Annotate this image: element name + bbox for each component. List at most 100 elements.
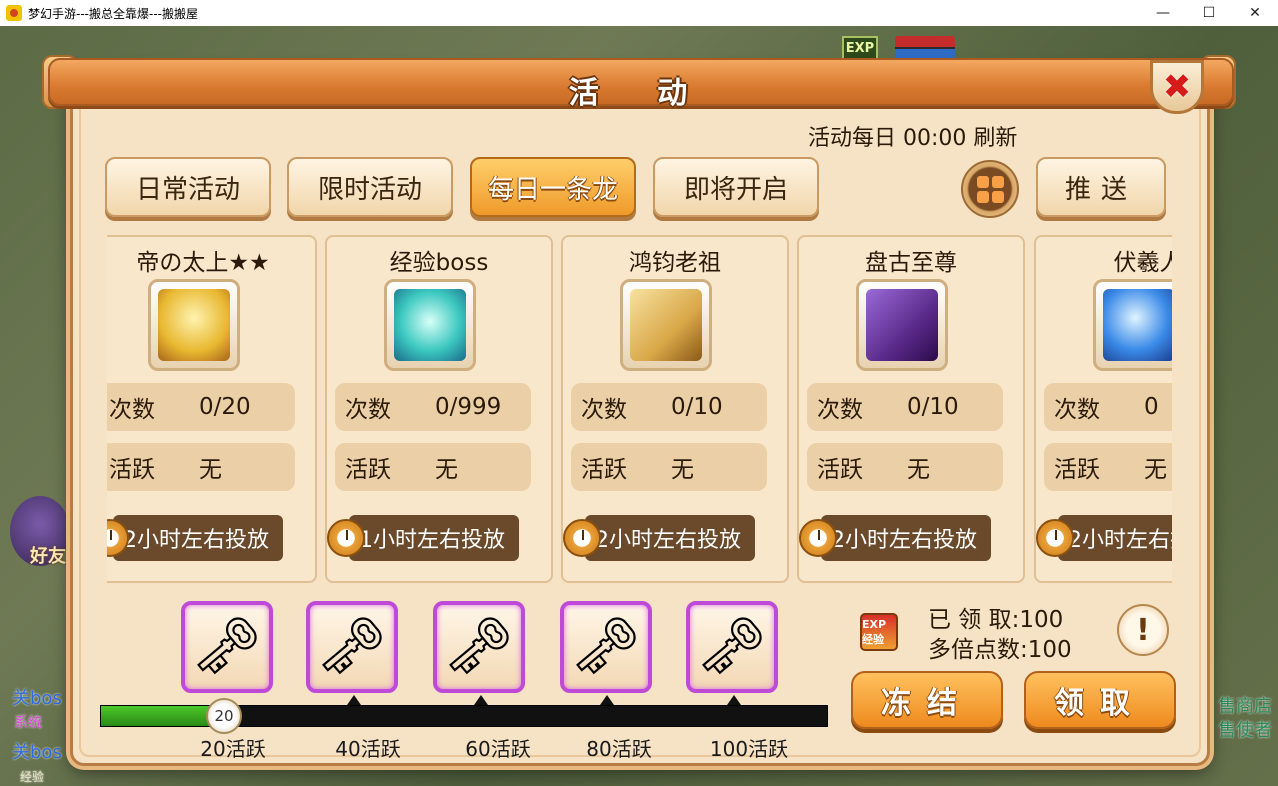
claim-button[interactable]: 领取 (1024, 671, 1176, 729)
tab-upcoming[interactable]: 即将开启 (653, 157, 819, 217)
card-count-label: 次数 (345, 397, 391, 423)
card-count-row: 次数 0/20 (107, 383, 295, 431)
card-active-row: 活跃 无 (107, 443, 295, 491)
reward-key-20[interactable]: 🗝 (181, 601, 273, 693)
card-timer: 2小时左右投放 (563, 515, 755, 561)
golden-key-icon: 🗝 (316, 614, 388, 679)
card-count-value: 0/20 (199, 394, 251, 420)
card-timer-text: 1小时左右投放 (349, 515, 519, 561)
close-icon: ✖ (1162, 67, 1192, 107)
card-count-label: 次数 (817, 397, 863, 423)
card-active-value: 无 (1144, 457, 1167, 483)
milestone-label: 40活跃 (335, 737, 401, 761)
card-count-label: 次数 (109, 397, 155, 423)
progress-tick (600, 695, 614, 705)
tab-limited[interactable]: 限时活动 (287, 157, 453, 217)
card-count-value: 0 (1144, 394, 1159, 420)
clock-icon (1036, 519, 1074, 557)
card-title: 盘古至尊 (865, 250, 957, 276)
minimize-button[interactable]: — (1140, 0, 1186, 26)
help-icon[interactable]: ! (1117, 604, 1169, 656)
milestone-label: 100活跃 (709, 737, 789, 761)
clock-icon (327, 519, 365, 557)
activity-card[interactable]: 伏羲人 次数 0 活跃 无 2小时左右投放 (1034, 235, 1172, 583)
golden-key-icon: 🗝 (570, 614, 642, 679)
progress-tick (727, 695, 741, 705)
tab-daily[interactable]: 日常活动 (105, 157, 271, 217)
card-count-value: 0/999 (435, 394, 502, 420)
card-count-row: 次数 0/10 (807, 383, 1003, 431)
card-active-row: 活跃 无 (335, 443, 531, 491)
card-timer-text: 2小时左右投放 (113, 515, 283, 561)
tab-daily-dragon[interactable]: 每日一条龙 (470, 157, 636, 217)
card-active-value: 无 (907, 457, 930, 483)
card-count-value: 0/10 (907, 394, 959, 420)
warrior-portrait-icon (148, 279, 240, 371)
scene-hp-mp-bars (895, 36, 955, 60)
activity-card[interactable]: 盘古至尊 次数 0/10 活跃 无 2小时左右投放 (797, 235, 1025, 583)
scene-exp-badge: EXP (842, 36, 878, 60)
blue-crystal-icon (1093, 279, 1172, 371)
card-active-label: 活跃 (1054, 457, 1100, 483)
golden-key-icon: 🗝 (696, 614, 768, 679)
grid-menu-icon[interactable] (961, 160, 1019, 218)
card-timer: 2小时左右投放 (107, 515, 283, 561)
card-active-row: 活跃 无 (1044, 443, 1172, 491)
milestone-label: 20活跃 (200, 737, 266, 761)
card-timer-text: 2小时左右投放 (821, 515, 991, 561)
claimed-line: 已 领 取:100 (928, 607, 1064, 633)
card-timer: 2小时左右投放 (1036, 515, 1172, 561)
panel-close-button[interactable]: ✖ (1150, 60, 1204, 114)
reward-key-80[interactable]: 🗝 (560, 601, 652, 693)
card-count-row: 次数 0/999 (335, 383, 531, 431)
card-active-label: 活跃 (109, 457, 155, 483)
freeze-button[interactable]: 冻结 (851, 671, 1003, 729)
maximize-button[interactable]: ☐ (1186, 0, 1232, 26)
card-title: 经验boss (389, 250, 489, 276)
card-count-label: 次数 (1054, 397, 1100, 423)
purple-book-icon (856, 279, 948, 371)
card-timer: 2小时左右投放 (799, 515, 991, 561)
milestone-label: 80活跃 (586, 737, 652, 761)
window-title: 梦幻手游---搬总全靠爆---搬搬屋 (28, 6, 198, 21)
card-title: 鸿钧老祖 (629, 250, 721, 276)
card-timer: 1小时左右投放 (327, 515, 519, 561)
multiplier-label: 多倍点数 (928, 637, 1020, 663)
card-active-value: 无 (435, 457, 458, 483)
window-close-button[interactable]: ✕ (1232, 0, 1278, 26)
card-count-row: 次数 0 (1044, 383, 1172, 431)
jade-spirit-icon (384, 279, 476, 371)
multiplier-line: 多倍点数:100 (928, 637, 1072, 663)
progress-tick (474, 695, 488, 705)
reward-key-60[interactable]: 🗝 (433, 601, 525, 693)
progress-knob: 20 (206, 698, 242, 734)
scene-text-1: 关bos (12, 688, 62, 709)
scene-text-6: 售使者 (1218, 720, 1272, 741)
scene-text-3: 关bos (12, 742, 62, 763)
activity-card[interactable]: 经验boss 次数 0/999 活跃 无 1小时左右投放 (325, 235, 553, 583)
card-timer-text: 2小时左右投放 (585, 515, 755, 561)
yellow-book-icon (620, 279, 712, 371)
window-titlebar: 梦幻手游---搬总全靠爆---搬搬屋 — ☐ ✕ (0, 0, 1278, 26)
card-active-value: 无 (671, 457, 694, 483)
clock-icon (799, 519, 837, 557)
card-active-label: 活跃 (345, 457, 391, 483)
card-active-value: 无 (199, 457, 222, 483)
card-count-label: 次数 (581, 397, 627, 423)
reward-key-100[interactable]: 🗝 (686, 601, 778, 693)
multiplier-value: 100 (1027, 637, 1072, 663)
activity-card[interactable]: 鸿钧老祖 次数 0/10 活跃 无 2小时左右投放 (561, 235, 789, 583)
reward-key-40[interactable]: 🗝 (306, 601, 398, 693)
push-button[interactable]: 推送 (1036, 157, 1166, 217)
scene-text-5: 售商店 (1218, 696, 1272, 717)
card-active-row: 活跃 无 (571, 443, 767, 491)
card-count-value: 0/10 (671, 394, 723, 420)
refresh-note: 活动每日 00:00 刷新 (808, 126, 1018, 151)
card-title: 帝の太上★★ (136, 250, 270, 276)
clock-icon (563, 519, 601, 557)
scene-friends-label[interactable]: 好友 (30, 542, 66, 568)
panel-title: 活 动 (568, 76, 712, 111)
card-active-label: 活跃 (581, 457, 627, 483)
activity-card[interactable]: 帝の太上★★ 次数 0/20 活跃 无 2小时左右投放 (107, 235, 317, 583)
activity-card-list[interactable]: 帝の太上★★ 次数 0/20 活跃 无 2小时左右投放 经验boss 次数 0/999… (107, 235, 1172, 585)
